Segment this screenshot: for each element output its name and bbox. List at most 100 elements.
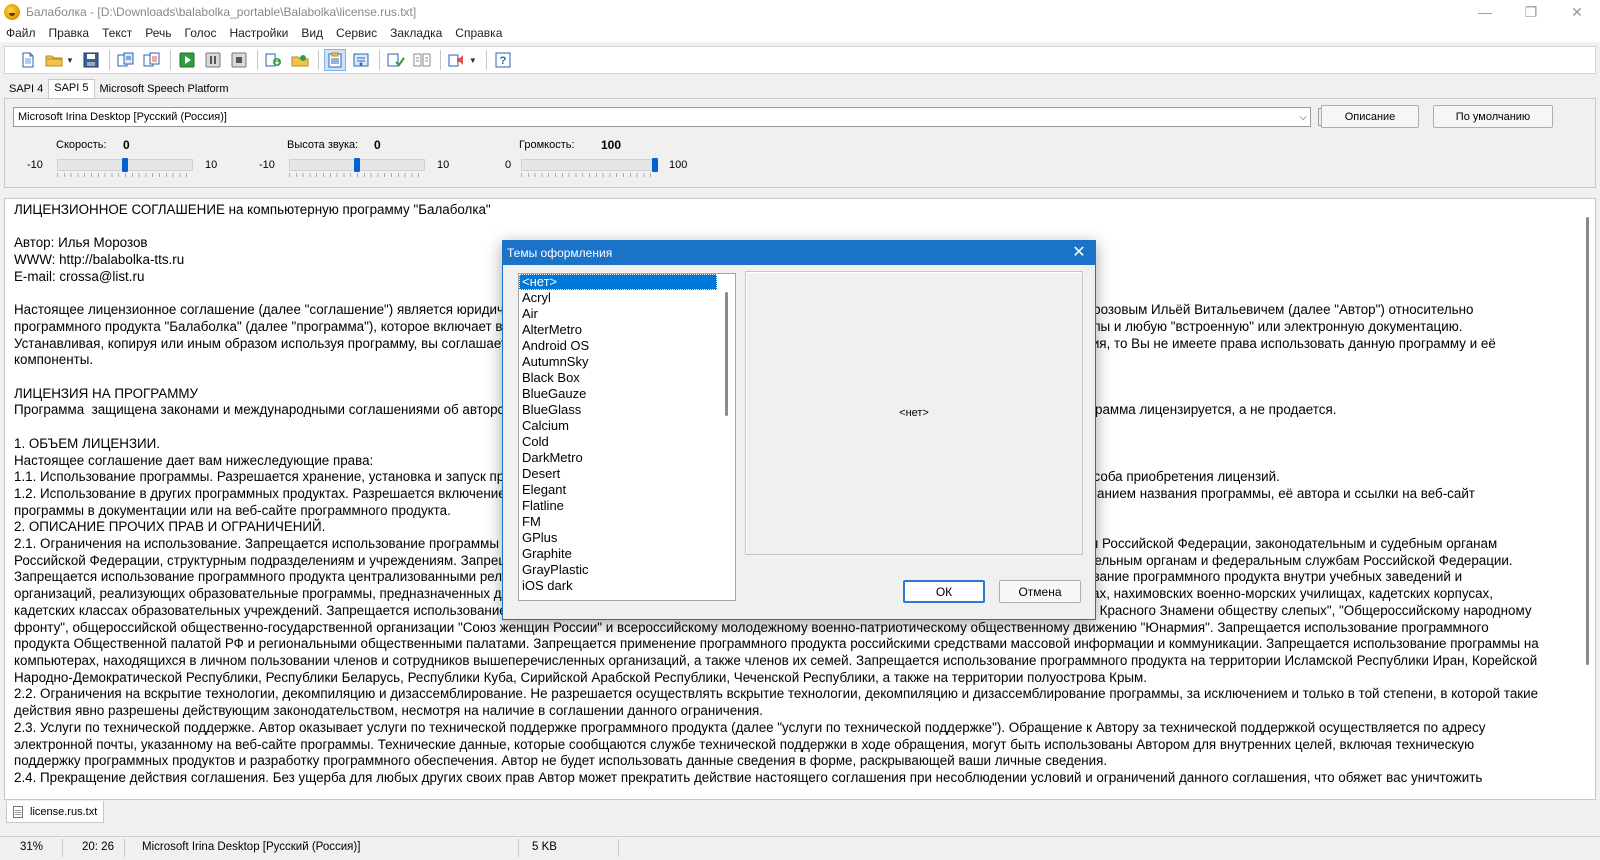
status-voice: Microsoft Irina Desktop [Русский (Россия…: [142, 841, 361, 853]
batch-icon[interactable]: [141, 49, 163, 71]
volume-slider-group: Громкость: 100 0 100: [469, 135, 689, 179]
theme-list-item[interactable]: Desert: [519, 466, 717, 482]
dialog-title: Темы оформления: [507, 246, 613, 260]
volume-slider-track[interactable]: [521, 159, 657, 171]
sapi-tab-bar: SAPI 4 SAPI 5 Microsoft Speech Platform: [4, 78, 234, 98]
theme-preview-label: <нет>: [899, 407, 929, 419]
theme-list-item[interactable]: Cold: [519, 434, 717, 450]
settings-icon[interactable]: [350, 49, 372, 71]
theme-list-item[interactable]: Black Box: [519, 370, 717, 386]
editor-scrollbar-thumb[interactable]: [1586, 217, 1589, 665]
pitch-label: Высота звука:: [287, 139, 359, 151]
chevron-down-icon: ⌵: [1299, 112, 1307, 123]
tab-sapi4[interactable]: SAPI 4: [4, 80, 48, 98]
theme-list-item[interactable]: DarkMetro: [519, 450, 717, 466]
volume-max: 100: [669, 159, 688, 171]
theme-list-item[interactable]: Elegant: [519, 482, 717, 498]
compare-icon[interactable]: [411, 49, 433, 71]
editor-scrollbar[interactable]: [1581, 199, 1595, 799]
rate-slider-ticks: [57, 173, 193, 177]
cancel-button[interactable]: Отмена: [999, 580, 1081, 603]
voice-panel: Microsoft Irina Desktop [Русский (Россия…: [4, 98, 1596, 188]
toolbar-separator: [317, 50, 319, 70]
title-bar: Балаболка - [D:\Downloads\balabolka_port…: [0, 0, 1600, 24]
text-file-icon: [13, 805, 23, 818]
toolbar-separator: [169, 50, 171, 70]
tab-sapi5[interactable]: SAPI 5: [48, 79, 95, 98]
help-icon[interactable]: ?: [492, 49, 514, 71]
dialog-close-icon[interactable]: ✕: [1069, 241, 1089, 265]
close-button[interactable]: ✕: [1554, 0, 1600, 24]
theme-list-item[interactable]: <нет>: [519, 274, 717, 290]
ok-button[interactable]: ОК: [903, 580, 985, 603]
spell-check-icon[interactable]: [385, 49, 407, 71]
sound-icon[interactable]: [446, 49, 468, 71]
status-percent: 31%: [20, 841, 44, 853]
read-clipboard-icon[interactable]: [323, 49, 346, 71]
menu-speech[interactable]: Речь: [145, 26, 171, 40]
theme-list-scrollbar-thumb[interactable]: [725, 292, 728, 416]
pitch-slider-ticks: [289, 173, 425, 177]
theme-list-item[interactable]: Acryl: [519, 290, 717, 306]
volume-value: 100: [601, 138, 622, 152]
open-dropdown-arrow-icon[interactable]: ▼: [66, 56, 74, 65]
status-divider: [518, 839, 519, 857]
menu-tools[interactable]: Сервис: [336, 26, 377, 40]
play-icon[interactable]: [176, 49, 198, 71]
status-cursor-position: 20: 26: [82, 841, 114, 853]
stop-icon[interactable]: [228, 49, 250, 71]
sound-dropdown-arrow-icon[interactable]: ▼: [469, 56, 477, 65]
theme-list-item[interactable]: Android OS: [519, 338, 717, 354]
theme-list-scrollbar[interactable]: [719, 274, 735, 600]
pitch-slider-thumb[interactable]: [354, 158, 360, 172]
file-tab[interactable]: license.rus.txt: [6, 801, 105, 823]
pause-icon[interactable]: [202, 49, 224, 71]
window-title: Балаболка - [D:\Downloads\balabolka_port…: [26, 5, 417, 19]
theme-list-item[interactable]: Calcium: [519, 418, 717, 434]
theme-list-item[interactable]: FM: [519, 514, 717, 530]
toolbar-separator: [439, 50, 441, 70]
menu-file[interactable]: Файл: [6, 26, 36, 40]
describe-voice-button[interactable]: Описание: [1321, 105, 1419, 128]
pitch-min: -10: [259, 159, 275, 171]
open-audio-icon[interactable]: [289, 49, 311, 71]
toolbar-separator: [485, 50, 487, 70]
toolbar: ▼ ▼ ?: [4, 46, 1596, 74]
menu-edit[interactable]: Правка: [49, 26, 90, 40]
theme-list-item[interactable]: BlueGauze: [519, 386, 717, 402]
menu-bookmark[interactable]: Закладка: [390, 26, 442, 40]
volume-slider-thumb[interactable]: [652, 158, 658, 172]
new-file-icon[interactable]: [17, 49, 39, 71]
pitch-value: 0: [374, 138, 381, 152]
theme-list-item[interactable]: Graphite: [519, 546, 717, 562]
pitch-slider-group: Высота звука: 0 -10 10: [237, 135, 457, 179]
theme-list-item[interactable]: iOS dark: [519, 578, 717, 594]
convert-icon[interactable]: [115, 49, 137, 71]
theme-list-item[interactable]: AutumnSky: [519, 354, 717, 370]
restore-button[interactable]: ❐: [1508, 0, 1554, 24]
default-voice-button[interactable]: По умолчанию: [1433, 105, 1553, 128]
theme-list-item[interactable]: GrayPlastic: [519, 562, 717, 578]
theme-list-item[interactable]: GPlus: [519, 530, 717, 546]
menu-voice[interactable]: Голос: [185, 26, 217, 40]
rate-slider-group: Скорость: 0 -10 10: [5, 135, 225, 179]
app-logo-icon: [4, 4, 20, 20]
toolbar-separator: [108, 50, 110, 70]
window-controls: — ❐ ✕: [1462, 0, 1600, 24]
menu-help[interactable]: Справка: [455, 26, 502, 40]
theme-list[interactable]: <нет> Acryl Air AlterMetro Android OS Au…: [518, 273, 736, 601]
rate-slider-thumb[interactable]: [122, 158, 128, 172]
theme-list-item[interactable]: AlterMetro: [519, 322, 717, 338]
menu-text[interactable]: Текст: [102, 26, 132, 40]
tab-speech-platform[interactable]: Microsoft Speech Platform: [95, 80, 234, 98]
open-folder-icon[interactable]: [43, 49, 65, 71]
menu-view[interactable]: Вид: [301, 26, 323, 40]
theme-list-item[interactable]: BlueGlass: [519, 402, 717, 418]
theme-list-item[interactable]: Flatline: [519, 498, 717, 514]
voice-select[interactable]: Microsoft Irina Desktop [Русский (Россия…: [13, 107, 1311, 127]
save-icon[interactable]: [80, 49, 102, 71]
export-audio-icon[interactable]: [263, 49, 285, 71]
menu-settings[interactable]: Настройки: [229, 26, 288, 40]
theme-list-item[interactable]: Air: [519, 306, 717, 322]
minimize-button[interactable]: —: [1462, 0, 1508, 24]
